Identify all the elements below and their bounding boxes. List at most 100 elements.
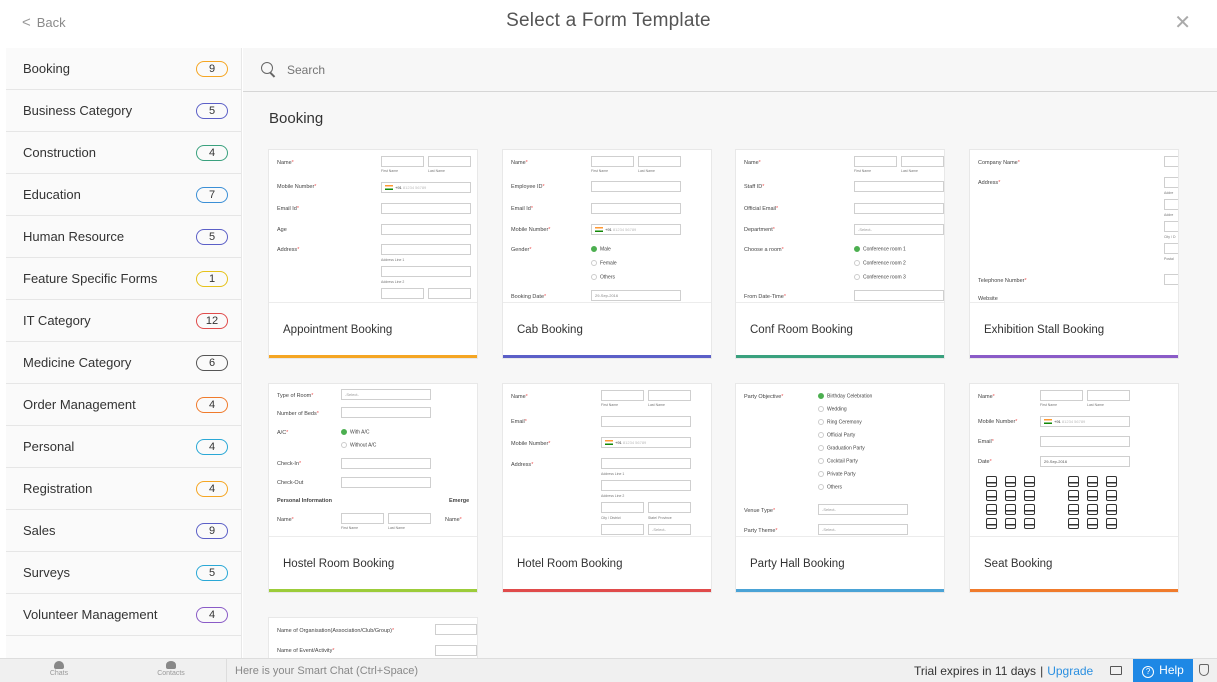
flag-icon [385,185,393,191]
sidebar-item-education[interactable]: Education 7 [6,174,241,216]
sidebar-item-label: Medicine Category [23,355,132,370]
template-name: Appointment Booking [283,324,393,336]
contacts-button[interactable]: Contacts [146,661,196,677]
sidebar-item-feature-specific-forms[interactable]: Feature Specific Forms 1 [6,258,241,300]
seat-icon [1106,504,1117,515]
template-name: Hostel Room Booking [283,558,395,570]
sidebar-item-label: Business Category [23,103,133,118]
template-name: Hotel Room Booking [517,558,623,570]
form-preview: Name* First Name Last Name Staff ID* Off… [736,150,944,303]
template-name: Conf Room Booking [750,324,853,336]
template-card-seat-booking[interactable]: Name* First Name Last Name Mobile Number… [970,384,1178,592]
bottom-bar: Chats Contacts Here is your Smart Chat (… [0,658,1217,682]
section-title: Booking [269,110,324,127]
seat-icon [1106,518,1117,529]
count-badge: 9 [196,522,228,539]
close-icon[interactable]: ✕ [1174,10,1191,35]
help-button[interactable]: ? Help [1133,659,1193,682]
top-bar: < Back Select a Form Template ✕ [0,0,1217,48]
sidebar-item-label: Surveys [23,565,70,580]
template-name: Party Hall Booking [750,558,845,570]
count-badge: 4 [196,480,228,497]
template-card-party-hall-booking[interactable]: Party Objective* Birthday Celebration We… [736,384,944,592]
search-input[interactable] [287,62,687,77]
sidebar-item-business-category[interactable]: Business Category 5 [6,90,241,132]
chat-icon [54,661,64,669]
flag-icon [605,440,613,446]
seat-icon [986,504,997,515]
count-badge: 1 [196,270,228,287]
seat-icon [1087,490,1098,501]
form-preview: Type of Room* -Select- Number of Beds* A… [269,384,477,537]
template-card-exhibition-stall-booking[interactable]: Company Name* Address* Addre Addre City … [970,150,1178,358]
seat-icon [1068,476,1079,487]
sidebar-item-sales[interactable]: Sales 9 [6,510,241,552]
seat-icon [1005,476,1016,487]
template-card-conf-room-booking[interactable]: Name* First Name Last Name Staff ID* Off… [736,150,944,358]
card-accent [269,589,477,592]
sidebar-item-label: Personal [23,439,75,454]
sidebar-item-personal[interactable]: Personal 4 [6,426,241,468]
seat-icon [1068,504,1079,515]
count-badge: 6 [196,354,228,371]
sidebar-item-order-management[interactable]: Order Management 4 [6,384,241,426]
form-preview: Name* First Name Last Name Mobile Number… [269,150,477,303]
count-badge: 7 [196,186,228,203]
seat-icon [986,476,997,487]
seat-icon [1106,476,1117,487]
page-title: Select a Form Template [506,10,711,31]
seat-icon [1106,490,1117,501]
sidebar-item-registration[interactable]: Registration 4 [6,468,241,510]
seat-icon [1068,490,1079,501]
count-badge: 4 [196,606,228,623]
sidebar-item-label: Registration [23,481,93,496]
sidebar-item-medicine-category[interactable]: Medicine Category 6 [6,342,241,384]
seat-icon [1068,518,1079,529]
seat-icon [1005,518,1016,529]
sidebar-item-label: Order Management [23,397,136,412]
shield-icon[interactable] [1199,664,1209,676]
chats-button[interactable]: Chats [34,661,84,677]
count-badge: 4 [196,396,228,413]
form-preview: Party Objective* Birthday Celebration We… [736,384,944,537]
smart-chat-input[interactable]: Here is your Smart Chat (Ctrl+Space) [226,659,596,682]
count-badge: 9 [196,60,228,77]
sidebar-item-volunteer-management[interactable]: Volunteer Management 4 [6,594,241,636]
template-card-appointment-booking[interactable]: Name* First Name Last Name Mobile Number… [269,150,477,358]
seat-icon [986,518,997,529]
card-accent [970,355,1178,358]
keyboard-icon[interactable] [1110,666,1122,675]
template-name: Cab Booking [517,324,583,336]
template-card-cab-booking[interactable]: Name* First Name Last Name Employee ID* … [503,150,711,358]
sidebar-item-human-resource[interactable]: Human Resource 5 [6,216,241,258]
sidebar-item-label: IT Category [23,313,91,328]
category-sidebar: Booking 9 Business Category 5 Construction 4 E… [6,48,242,658]
template-card-partial[interactable]: Name of Organisation(Association/Club/Gr… [269,618,477,658]
seat-icon [1005,490,1016,501]
sidebar-item-label: Sales [23,523,56,538]
card-accent [269,355,477,358]
seat-icon [1024,490,1035,501]
count-badge: 12 [196,312,228,329]
seat-icon [1024,504,1035,515]
sidebar-item-label: Booking [23,61,70,76]
upgrade-link[interactable]: Upgrade [1047,664,1093,678]
count-badge: 5 [196,102,228,119]
sidebar-item-label: Human Resource [23,229,125,244]
card-accent [503,589,711,592]
sidebar-item-booking[interactable]: Booking 9 [6,48,241,90]
flag-icon [1044,419,1052,425]
template-panel: Booking Name* First Name Last Name Mobil… [243,48,1217,658]
help-icon: ? [1142,666,1155,678]
seat-icon [1024,518,1035,529]
count-badge: 5 [196,564,228,581]
sidebar-item-construction[interactable]: Construction 4 [6,132,241,174]
sidebar-item-surveys[interactable]: Surveys 5 [6,552,241,594]
trial-notice: Trial expires in 11 days | Upgrade [914,664,1094,678]
template-card-hostel-room-booking[interactable]: Type of Room* -Select- Number of Beds* A… [269,384,477,592]
card-accent [736,589,944,592]
search-icon [261,61,277,78]
sidebar-item-it-category[interactable]: IT Category 12 [6,300,241,342]
template-card-hotel-room-booking[interactable]: Name* First Name Last Name Email* Mobile… [503,384,711,592]
search-bar [243,48,1217,92]
